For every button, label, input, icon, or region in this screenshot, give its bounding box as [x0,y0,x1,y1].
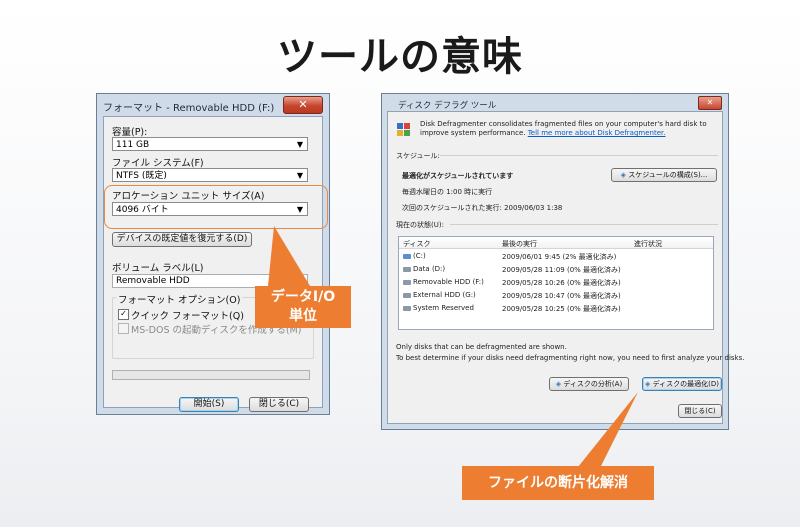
analyze-disk-label: ディスクの分析(A) [563,380,623,388]
drive-icon [403,254,411,259]
analyze-disk-button[interactable]: ◈ ディスクの分析(A) [549,377,629,391]
defrag-dialog-body: Disk Defragmenter consolidates fragmente… [387,111,744,424]
callout-pointer [268,226,310,286]
defrag-description: Disk Defragmenter consolidates fragmente… [420,120,710,138]
data-io-callout-line1: データI/O [270,289,336,305]
format-close-icon[interactable]: ✕ [283,96,323,114]
slide-title: ツールの意味 [277,34,523,80]
disk-last-run: 2009/05/28 10:25 (0% 最適化済み) [502,305,621,313]
table-row[interactable]: (C:) 2009/06/01 9:45 (2% 最適化済み) [399,250,713,262]
close-button[interactable]: 閉じる(C) [249,397,309,412]
defragment-disk-button[interactable]: ◈ ディスクの最適化(D) [642,377,722,391]
table-row[interactable]: Data (D:) 2009/05/28 11:09 (0% 最適化済み) [399,263,713,275]
disk-list-header: ディスク 最後の実行 進行状況 [399,237,713,249]
data-io-callout: データI/O 単位 [255,286,351,328]
table-row[interactable]: Removable HDD (F:) 2009/05/28 10:26 (0% … [399,276,713,288]
drive-icon [403,280,411,285]
schedule-header: スケジュール: [396,152,440,160]
table-row[interactable]: External HDD (G:) 2009/05/28 10:47 (0% 最… [399,289,713,301]
column-last-run[interactable]: 最後の実行 [502,239,537,249]
capacity-select[interactable]: 111 GB ▼ [112,137,308,151]
defrag-note-1: Only disks that can be defragmented are … [396,343,567,351]
disk-name: Removable HDD (F:) [413,278,484,286]
schedule-time: 毎週水曜日の 1:00 時に実行 [402,188,493,196]
disk-last-run: 2009/05/28 11:09 (0% 最適化済み) [502,266,621,274]
callout-pointer [574,392,638,472]
defrag-dialog-title: ディスク デフラグ ツール [398,101,497,111]
current-status-header: 現在の状態(U): [396,221,444,229]
defrag-note-2: To best determine if your disks need def… [396,354,745,362]
quick-format-label: クイック フォーマット(Q) [131,311,244,322]
defrag-dialog: ディスク デフラグ ツール ✕ Disk Defragmenter consol… [381,93,744,430]
configure-schedule-button[interactable]: ◈ スケジュールの構成(S)... [611,168,717,182]
filesystem-select[interactable]: NTFS (既定) ▼ [112,168,308,182]
shield-icon: ◈ [645,380,651,388]
disk-name: External HDD (G:) [413,291,476,299]
format-options-label: フォーマット オプション(O) [116,292,243,306]
configure-schedule-label: スケジュールの構成(S)... [628,171,708,179]
shield-icon: ◈ [620,171,627,179]
defragment-disk-label: ディスクの最適化(D) [652,380,719,388]
schedule-status: 最適化がスケジュールされています [402,172,514,180]
chevron-down-icon: ▼ [296,140,303,149]
capacity-value: 111 GB [116,140,150,150]
defrag-callout: ファイルの断片化解消 [462,466,654,500]
chevron-down-icon: ▼ [296,171,303,180]
table-row[interactable]: System Reserved 2009/05/28 10:25 (0% 最適化… [399,302,713,314]
defrag-close-icon[interactable]: ✕ [698,96,722,110]
column-progress[interactable]: 進行状況 [634,239,662,249]
alloc-unit-highlight [104,185,328,229]
disk-last-run: 2009/05/28 10:26 (0% 最適化済み) [502,279,621,287]
format-dialog-title: フォーマット - Removable HDD (F:) [103,103,275,114]
disk-name: System Reserved [413,304,474,312]
disk-name: (C:) [413,252,426,260]
disk-last-run: 2009/06/01 9:45 (2% 最適化済み) [502,253,617,261]
defrag-close-button[interactable]: 閉じる(C) [678,404,722,418]
defrag-learn-more-link[interactable]: Tell me more about Disk Defragmenter. [528,129,666,137]
data-io-callout-line2: 単位 [289,308,317,324]
capacity-label: 容量(P): [112,127,148,138]
next-run: 次回のスケジュールされた実行: 2009/06/03 1:38 [402,204,563,212]
filesystem-label: ファイル システム(F) [112,158,204,169]
msdos-disk-checkbox[interactable] [118,323,129,334]
column-disk[interactable]: ディスク [403,239,431,249]
format-progress-bar [112,370,310,380]
drive-icon [403,306,411,311]
restore-defaults-button[interactable]: デバイスの既定値を復元する(D) [112,232,252,247]
drive-icon [403,293,411,298]
volume-label-label: ボリューム ラベル(L) [112,263,204,274]
start-button[interactable]: 開始(S) [179,397,239,412]
disk-name: Data (D:) [413,265,446,273]
quick-format-checkbox[interactable]: ✓ [118,309,129,320]
filesystem-value: NTFS (既定) [116,171,167,181]
drive-icon [403,267,411,272]
defrag-app-icon [397,123,410,136]
status-divider [450,224,718,225]
disk-list: ディスク 最後の実行 進行状況 (C:) 2009/06/01 9:45 (2%… [398,236,714,330]
schedule-divider [440,155,718,156]
disk-last-run: 2009/05/28 10:47 (0% 最適化済み) [502,292,621,300]
shield-icon: ◈ [555,380,562,388]
